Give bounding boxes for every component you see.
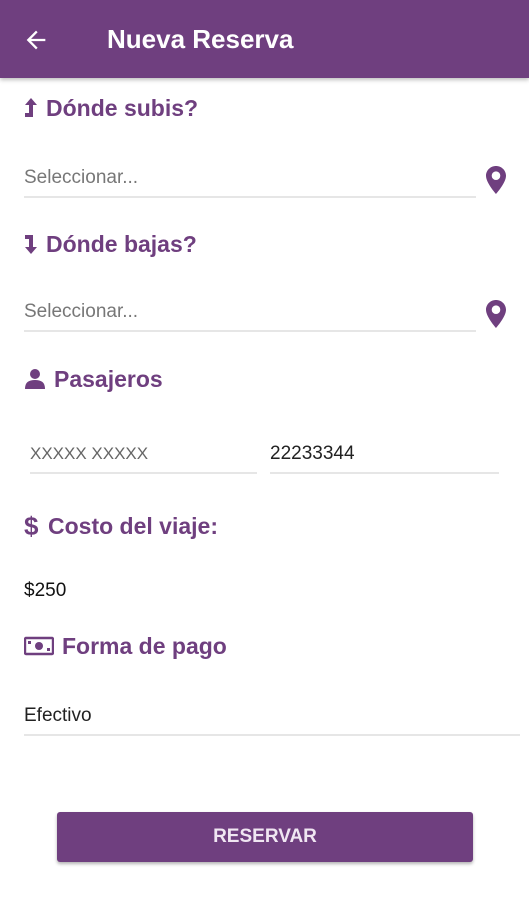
cost-label-text: Costo del viaje: xyxy=(48,513,218,539)
destination-label: Dónde bajas? xyxy=(24,229,197,259)
money-bill-icon xyxy=(24,636,54,656)
passenger-document-value: 22233344 xyxy=(270,443,355,464)
arrow-left-icon[interactable] xyxy=(22,26,50,54)
origin-placeholder: Seleccionar... xyxy=(24,167,139,188)
destination-label-text: Dónde bajas? xyxy=(46,231,197,257)
payment-label-text: Forma de pago xyxy=(62,633,227,659)
cost-value: $250 xyxy=(24,580,67,601)
payment-method-select[interactable]: Efectivo xyxy=(24,698,520,736)
svg-text:$: $ xyxy=(24,513,39,539)
arrow-up-icon xyxy=(25,98,37,117)
payment-method-value: Efectivo xyxy=(24,705,92,726)
destination-placeholder: Seleccionar... xyxy=(24,301,139,322)
dollar-icon: $ xyxy=(24,513,39,539)
user-icon xyxy=(25,369,45,389)
map-marker-icon[interactable] xyxy=(485,299,507,329)
passenger-name-value: XXXXX XXXXX xyxy=(30,444,149,463)
page-title: Nueva Reserva xyxy=(107,24,294,54)
payment-label: Forma de pago xyxy=(24,631,227,661)
origin-label-text: Dónde subis? xyxy=(46,95,199,121)
passengers-label: Pasajeros xyxy=(24,364,163,394)
arrow-down-icon xyxy=(25,235,37,254)
passenger-name-input[interactable]: XXXXX XXXXX xyxy=(30,436,257,474)
cost-label: $ Costo del viaje: xyxy=(24,511,218,541)
reserve-button[interactable]: RESERVAR xyxy=(57,812,473,862)
app-header: Nueva Reserva xyxy=(0,0,529,78)
map-marker-icon[interactable] xyxy=(485,165,507,195)
origin-label: Dónde subis? xyxy=(24,93,198,123)
passengers-label-text: Pasajeros xyxy=(54,366,163,392)
passenger-document-input[interactable]: 22233344 xyxy=(270,436,499,474)
destination-select[interactable]: Seleccionar... xyxy=(24,294,476,332)
origin-select[interactable]: Seleccionar... xyxy=(24,160,476,198)
